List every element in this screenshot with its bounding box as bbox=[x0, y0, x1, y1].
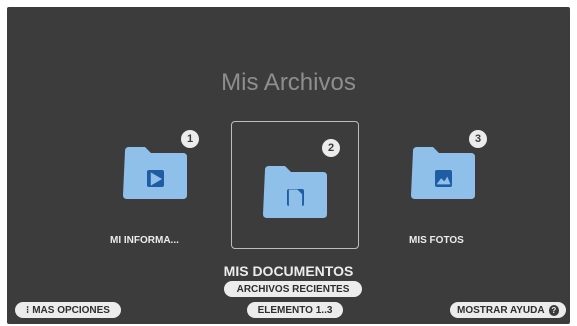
tv-screen: Mis Archivos 1 MI INFORMA... 2 MIS DOCUM… bbox=[7, 7, 570, 324]
page-title: Mis Archivos bbox=[221, 69, 356, 96]
video-folder-icon bbox=[121, 145, 189, 201]
show-help-label: MOSTRAR AYUDA bbox=[457, 304, 545, 316]
image-icon bbox=[435, 170, 452, 187]
show-help-button[interactable]: MOSTRAR AYUDA ? bbox=[450, 302, 566, 318]
help-icon: ? bbox=[548, 304, 559, 316]
item-position-indicator: ELEMENTO 1..3 bbox=[247, 302, 343, 318]
selected-item-subtitle: ARCHIVOS RECIENTES bbox=[224, 281, 362, 297]
item-label: MI INFORMA... bbox=[110, 235, 179, 246]
item-number-badge: 1 bbox=[181, 130, 199, 148]
more-options-label: MAS OPCIONES bbox=[32, 304, 110, 316]
folder-item-mis-documentos[interactable]: 2 bbox=[231, 121, 359, 249]
more-options-button[interactable]: ⁝ MAS OPCIONES bbox=[15, 302, 121, 318]
item-number-badge: 2 bbox=[322, 139, 340, 157]
more-vertical-icon: ⁝ bbox=[26, 304, 30, 316]
item-label: MIS FOTOS bbox=[409, 235, 464, 246]
document-folder-icon bbox=[261, 164, 329, 220]
folder-item-mis-fotos[interactable]: 3 bbox=[399, 130, 487, 213]
photo-folder-icon bbox=[409, 145, 477, 201]
folder-item-mi-informacion[interactable]: 1 bbox=[111, 130, 199, 213]
document-icon bbox=[287, 189, 304, 206]
selected-item-label: MIS DOCUMENTOS bbox=[223, 263, 354, 279]
play-icon bbox=[147, 170, 164, 187]
item-number-badge: 3 bbox=[469, 130, 487, 148]
